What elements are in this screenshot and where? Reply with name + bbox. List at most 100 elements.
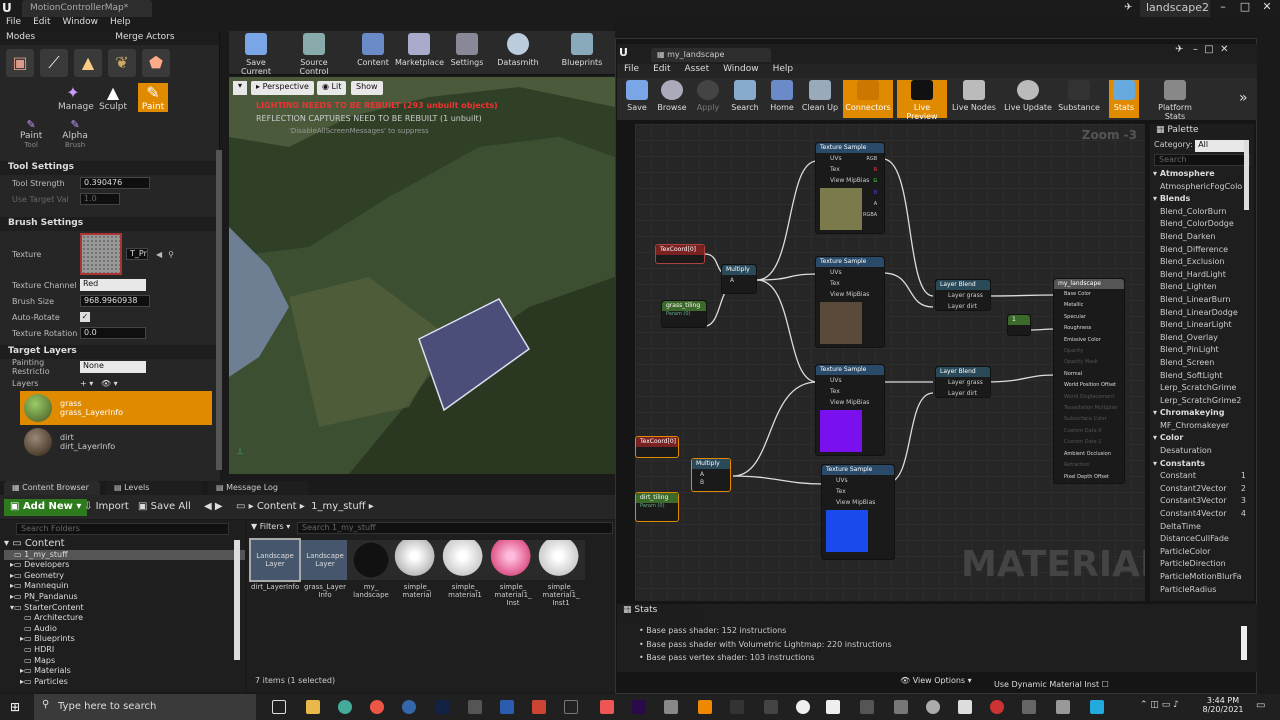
channel-dropdown[interactable]: Red <box>80 279 146 291</box>
tool-settings-header[interactable]: Tool Settings <box>0 161 220 175</box>
photoshop-icon[interactable] <box>436 700 450 714</box>
palette-item[interactable]: Blend_Difference <box>1150 244 1254 257</box>
show-button[interactable]: Show <box>351 81 383 95</box>
layer-dirt[interactable]: dirt dirt_LayerInfo <box>20 425 220 459</box>
palette-item[interactable]: ParticleMotionBlurFa <box>1150 571 1254 584</box>
app8-icon[interactable] <box>826 700 840 714</box>
asset-dirt-layerinfo[interactable]: Landscape Layer dirt_LayerInfo <box>249 538 301 591</box>
mat-apply-button[interactable]: Apply <box>693 80 723 118</box>
lb1-dirt[interactable]: Layer dirt <box>936 301 990 312</box>
app12-icon[interactable] <box>958 700 972 714</box>
palette-item[interactable]: Desaturation <box>1150 445 1254 458</box>
asset-my-landscape[interactable]: my_ landscape <box>347 540 395 599</box>
tree-startercontent[interactable]: ▾▭ StarterContent <box>4 603 245 614</box>
mat-save-button[interactable]: Save <box>623 80 651 118</box>
mat-menu-help[interactable]: Help <box>773 64 794 74</box>
app11-icon[interactable] <box>926 700 940 714</box>
dynamic-inst-toggle[interactable]: Use Dynamic Material Inst ☐ <box>994 680 1109 689</box>
app9-icon[interactable] <box>860 700 874 714</box>
tree-content[interactable]: ▾ ▭ Content <box>4 538 245 550</box>
app7-icon[interactable] <box>764 700 778 714</box>
app15-icon[interactable] <box>1056 700 1070 714</box>
palette-item[interactable]: Blend_LinearBurn <box>1150 294 1254 307</box>
palette-item[interactable]: Lerp_ScratchGrime2 <box>1150 395 1254 408</box>
result-pin[interactable]: Refraction <box>1064 460 1124 471</box>
layers-add-icon[interactable]: + ▾ 👁 ▾ <box>80 379 118 388</box>
paint-tool[interactable]: ✎ Paint <box>138 83 168 112</box>
premiere-icon[interactable] <box>632 700 646 714</box>
manage-tool[interactable]: ✦ Manage <box>58 83 94 112</box>
tray-icons[interactable]: ⌃ ◫ ▭ ♪ <box>1140 700 1179 710</box>
layer-blend-node-1[interactable]: Layer Blend Layer grass Layer dirt <box>935 279 991 311</box>
ts2-uvs[interactable]: UVs <box>816 267 884 278</box>
ts3-tex[interactable]: Tex <box>816 386 884 397</box>
result-pin[interactable]: Custom Data 1 <box>1064 437 1124 448</box>
tree-developers[interactable]: ▸▭ Developers <box>4 560 245 571</box>
search-icon[interactable]: ⚲ <box>168 250 174 259</box>
layer-grass[interactable]: grass grass_LayerInfo <box>20 391 212 425</box>
tab-levels[interactable]: ▤ Levels <box>106 481 202 495</box>
multiply-node-2[interactable]: Multiply A B <box>691 458 731 492</box>
palette-category[interactable]: ▾ Color <box>1150 432 1254 445</box>
tree-mannequin[interactable]: ▸▭ Mannequin <box>4 581 245 592</box>
menu-file[interactable]: File <box>6 17 21 27</box>
palette-scrollbar[interactable] <box>1244 140 1249 210</box>
result-pin[interactable]: Subsurface Color <box>1064 414 1124 425</box>
search-folders-input[interactable]: Search Folders <box>16 523 229 535</box>
level-tab[interactable]: MotionControllerMap* <box>22 0 152 17</box>
result-pin[interactable]: Opacity <box>1064 346 1124 357</box>
dirt-tiling-node[interactable]: dirt_tiling Param (0) <box>635 492 679 522</box>
palette-item[interactable]: Constant2Vector 2 <box>1150 483 1254 496</box>
taskbar-search[interactable]: ⚲ Type here to search <box>34 694 256 720</box>
asset-grass-layerinfo[interactable]: Landscape Layer grass_Layer Info <box>301 540 349 599</box>
mat-cleanup-button[interactable]: Clean Up <box>801 80 839 118</box>
source-control-button[interactable]: Source Control <box>285 33 343 76</box>
texture-thumbnail[interactable] <box>80 233 122 275</box>
asset-simple-material[interactable]: simple_ material <box>393 540 441 599</box>
asset-simple-material1[interactable]: simple_ material1 <box>441 540 489 599</box>
vlc-icon[interactable] <box>698 700 712 714</box>
palette-category[interactable]: ▾ Constants <box>1150 458 1254 471</box>
tree-blueprints[interactable]: ▸▭ Blueprints <box>4 634 245 645</box>
multiply-node-1[interactable]: Multiply A <box>721 264 757 294</box>
menu-window[interactable]: Window <box>63 17 99 27</box>
palette-category[interactable]: ▾ Blends <box>1150 193 1254 206</box>
tab-message-log[interactable]: ▤ Message Log <box>208 481 308 495</box>
chrome-icon[interactable] <box>338 700 352 714</box>
result-pin[interactable]: Metallic <box>1064 300 1124 311</box>
viewport-options-icon[interactable]: ▾ <box>233 81 247 95</box>
app-icon[interactable] <box>402 700 416 714</box>
folder-scrollbar[interactable] <box>234 540 240 660</box>
asset-simple-material1-inst1[interactable]: simple_ material1_ Inst1 <box>537 540 585 607</box>
result-pin[interactable]: Tessellation Multiplier <box>1064 403 1124 414</box>
palette-item[interactable]: Blend_Darken <box>1150 231 1254 244</box>
pin-rgb[interactable]: RGB <box>863 154 877 165</box>
firefox-icon[interactable] <box>370 700 384 714</box>
use-target-field[interactable]: 1.0 <box>80 193 120 205</box>
view-options-button[interactable]: 👁 View Options ▾ <box>900 676 972 685</box>
props-scrollbar[interactable] <box>216 150 222 470</box>
mat-menu-edit[interactable]: Edit <box>653 64 670 74</box>
texture-sample-node-4[interactable]: Texture Sample UVs Tex View MipBias <box>821 464 895 560</box>
rotation-field[interactable]: 0.0 <box>80 327 146 339</box>
lb2-dirt[interactable]: Layer dirt <box>936 388 990 399</box>
save-current-button[interactable]: Save Current <box>231 33 281 76</box>
palette-item[interactable]: Constant3Vector 3 <box>1150 495 1254 508</box>
mat-live-nodes-button[interactable]: Live Nodes <box>951 80 997 118</box>
minimize-icon[interactable]: – <box>1212 0 1234 17</box>
history-nav-icon[interactable]: ◀ ▶ <box>204 501 223 512</box>
palette-item[interactable]: Blend_HardLight <box>1150 269 1254 282</box>
mat-menu-file[interactable]: File <box>624 64 639 74</box>
marketplace-button[interactable]: Marketplace <box>395 33 444 73</box>
tree-pn-pandanus[interactable]: ▸▭ PN_Pandanus <box>4 592 245 603</box>
lb1-grass[interactable]: Layer grass <box>936 290 990 301</box>
ts3-mipbias[interactable]: View MipBias <box>816 397 884 408</box>
palette-item[interactable]: Blend_Overlay <box>1150 332 1254 345</box>
palette-item[interactable]: Constant 1 <box>1150 470 1254 483</box>
result-pin[interactable]: Pixel Depth Offset <box>1064 472 1124 483</box>
mat-connectors-button[interactable]: Connectors <box>843 80 893 118</box>
mat-menu-asset[interactable]: Asset <box>685 64 710 74</box>
brush-settings-header[interactable]: Brush Settings <box>0 217 220 231</box>
palette-item[interactable]: Blend_Exclusion <box>1150 256 1254 269</box>
mat-search-button[interactable]: Search <box>729 80 761 118</box>
